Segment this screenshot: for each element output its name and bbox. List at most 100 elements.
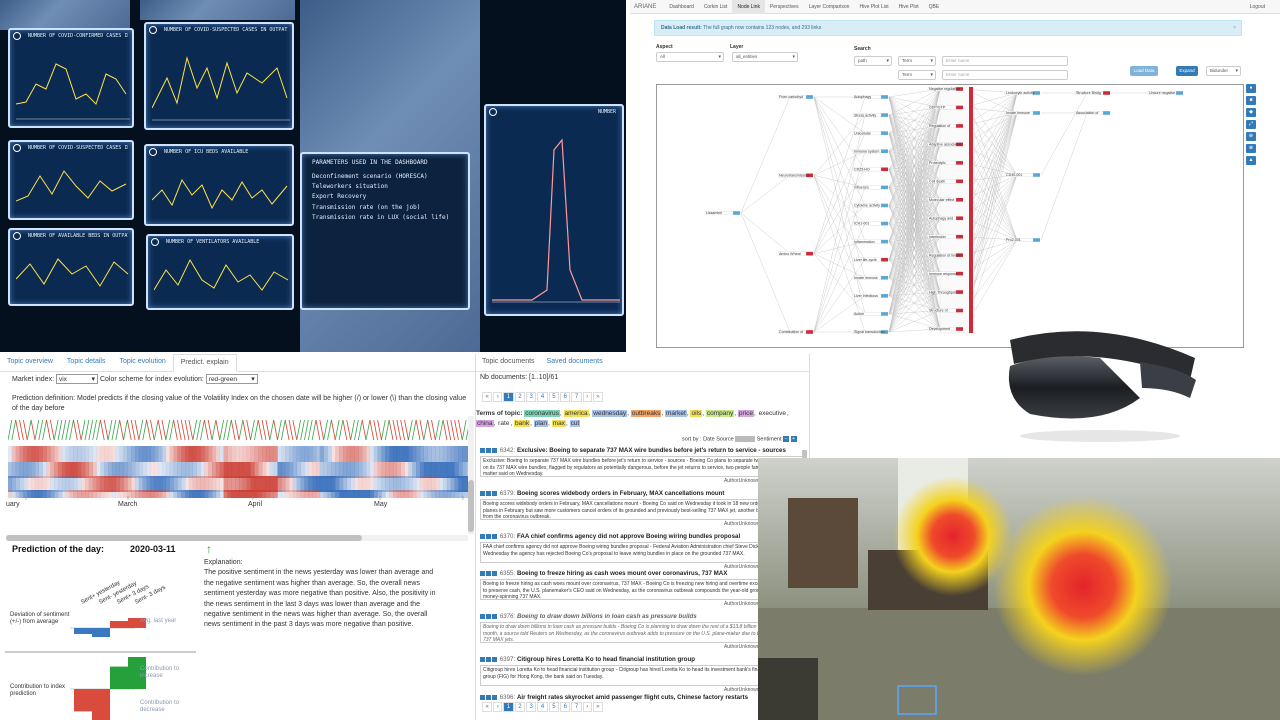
document-title[interactable]: Exclusive: Boeing to separate 737 MAX wi… xyxy=(517,447,786,454)
expand-button[interactable]: Expand xyxy=(1176,66,1198,76)
triangle-tool-icon[interactable]: ▲ xyxy=(1246,156,1256,165)
view-icon[interactable] xyxy=(486,448,491,453)
tab-saved-documents[interactable]: Saved documents xyxy=(541,354,609,371)
save-icon[interactable] xyxy=(480,448,485,453)
scrollbar-thumb[interactable] xyxy=(6,535,362,541)
fit-tool-icon[interactable]: ⤢ xyxy=(1246,120,1256,129)
document-title[interactable]: Boeing to draw down billions in loan cas… xyxy=(517,613,697,620)
nav-layer-comparison[interactable]: Layer Comparison xyxy=(804,0,855,14)
nav-hive-plot-list[interactable]: Hive Plot List xyxy=(854,0,893,14)
nav-corkin-list[interactable]: Corkin List xyxy=(699,0,733,14)
heatmap-cell xyxy=(192,476,197,492)
term-select-2[interactable]: Term xyxy=(898,70,936,80)
view-icon[interactable] xyxy=(486,491,491,496)
sentiment-icon[interactable] xyxy=(492,657,497,662)
page-link[interactable]: 2 xyxy=(514,392,526,402)
sentiment-icon[interactable] xyxy=(492,534,497,539)
nav-node-link[interactable]: Node Link xyxy=(732,0,765,14)
document-title[interactable]: Boeing to freeze hiring as cash woes mou… xyxy=(517,570,727,577)
view-icon[interactable] xyxy=(486,614,491,619)
page-link[interactable]: 7 xyxy=(571,702,582,712)
document-title[interactable]: Citigroup hires Loretta Ko to head finan… xyxy=(517,656,695,663)
document-item[interactable]: 6370: FAA chief confirms agency did not … xyxy=(480,533,804,570)
page-link[interactable]: › xyxy=(582,392,592,402)
name-input-1[interactable]: Enter name xyxy=(942,56,1068,66)
page-link[interactable]: 1 xyxy=(503,702,514,712)
tab-topic-details[interactable]: Topic details xyxy=(60,354,113,371)
market-select[interactable]: vix xyxy=(55,374,98,384)
page-link[interactable]: « xyxy=(482,702,493,712)
diamond-tool-icon[interactable]: ◆ xyxy=(1246,108,1256,117)
document-title[interactable]: FAA chief confirms agency did not approv… xyxy=(517,533,740,540)
sentiment-icon[interactable] xyxy=(492,571,497,576)
save-icon[interactable] xyxy=(480,614,485,619)
save-icon[interactable] xyxy=(480,534,485,539)
sentiment-icon[interactable] xyxy=(492,448,497,453)
scheme-select[interactable]: red-green xyxy=(205,374,258,384)
sentiment-icon[interactable] xyxy=(492,614,497,619)
name-input-2[interactable]: Enter name xyxy=(942,70,1068,80)
sentiment-icon[interactable] xyxy=(492,695,497,700)
tab-topic-documents[interactable]: Topic documents xyxy=(476,354,541,371)
tab-topic-overview[interactable]: Topic overview xyxy=(0,354,60,371)
page-link[interactable]: 5 xyxy=(548,702,560,712)
page-link[interactable]: » xyxy=(592,702,604,712)
layer-select[interactable]: all_entities xyxy=(732,52,798,62)
page-link[interactable]: 5 xyxy=(548,392,560,402)
view-icon[interactable] xyxy=(486,657,491,662)
tab-topic-evolution[interactable]: Topic evolution xyxy=(112,354,172,371)
save-icon[interactable] xyxy=(480,695,485,700)
sentiment-icon[interactable] xyxy=(492,491,497,496)
plus-icon[interactable]: + xyxy=(790,436,797,443)
mode-select[interactable]: Bidunder xyxy=(1206,66,1241,76)
page-link[interactable]: 7 xyxy=(571,392,582,402)
page-link[interactable]: ‹ xyxy=(493,392,503,402)
vertical-scrollbar[interactable] xyxy=(468,416,474,534)
page-link[interactable]: 6 xyxy=(560,392,571,402)
view-icon[interactable] xyxy=(486,571,491,576)
page-link[interactable]: 6 xyxy=(560,702,571,712)
document-item[interactable]: 6376: Boeing to draw down billions in lo… xyxy=(480,613,804,650)
aspect-select[interactable]: All xyxy=(656,52,724,62)
document-title[interactable]: Air freight rates skyrocket amid passeng… xyxy=(517,694,748,701)
sort-toggle[interactable] xyxy=(735,436,756,442)
load-data-button[interactable]: Load Data xyxy=(1130,66,1158,76)
page-link[interactable]: › xyxy=(582,702,592,712)
zoom-in-tool-icon[interactable]: ⊕ xyxy=(1246,132,1256,141)
close-icon[interactable]: × xyxy=(1233,21,1236,35)
page-link[interactable]: 4 xyxy=(537,392,548,402)
square-tool-icon[interactable]: ■ xyxy=(1246,96,1256,105)
document-title[interactable]: Boeing scores widebody orders in Februar… xyxy=(517,490,725,497)
save-icon[interactable] xyxy=(480,657,485,662)
logout-link[interactable]: Logout xyxy=(1245,0,1270,14)
view-icon[interactable] xyxy=(486,695,491,700)
nav-dashboard[interactable]: Dashboard xyxy=(664,0,698,14)
page-link[interactable]: 1 xyxy=(503,392,514,402)
save-icon[interactable] xyxy=(480,571,485,576)
nav-qbe[interactable]: QBE xyxy=(924,0,945,14)
page-link[interactable]: 4 xyxy=(537,702,548,712)
circle-tool-icon[interactable]: ● xyxy=(1246,84,1256,93)
term-select-1[interactable]: Term xyxy=(898,56,936,66)
document-item[interactable]: 6397: Citigroup hires Loretta Ko to head… xyxy=(480,656,804,693)
document-item[interactable]: 6342: Exclusive: Boeing to separate 737 … xyxy=(480,447,804,484)
minus-icon[interactable]: − xyxy=(783,436,790,443)
view-icon[interactable] xyxy=(486,534,491,539)
page-link[interactable]: 3 xyxy=(526,702,537,712)
save-icon[interactable] xyxy=(480,491,485,496)
page-link[interactable]: 2 xyxy=(514,702,526,712)
document-item[interactable]: 6396: Air freight rates skyrocket amid p… xyxy=(480,694,804,701)
nav-hive-plot[interactable]: Hive Plot xyxy=(894,0,924,14)
zoom-out-tool-icon[interactable]: ⊗ xyxy=(1246,144,1256,153)
path-select[interactable]: path xyxy=(854,56,892,66)
nav-perspectives[interactable]: Perspectives xyxy=(765,0,804,14)
document-item[interactable]: 6355: Boeing to freeze hiring as cash wo… xyxy=(480,570,804,607)
page-link[interactable]: ‹ xyxy=(493,702,503,712)
horizontal-scrollbar[interactable] xyxy=(6,535,468,541)
page-link[interactable]: « xyxy=(482,392,493,402)
tab-predict-explain[interactable]: Predict. explain xyxy=(172,354,237,372)
document-item[interactable]: 6379: Boeing scores widebody orders in F… xyxy=(480,490,804,527)
scrollbar-thumb[interactable] xyxy=(468,480,474,532)
page-link[interactable]: 3 xyxy=(526,392,537,402)
page-link[interactable]: » xyxy=(592,392,604,402)
